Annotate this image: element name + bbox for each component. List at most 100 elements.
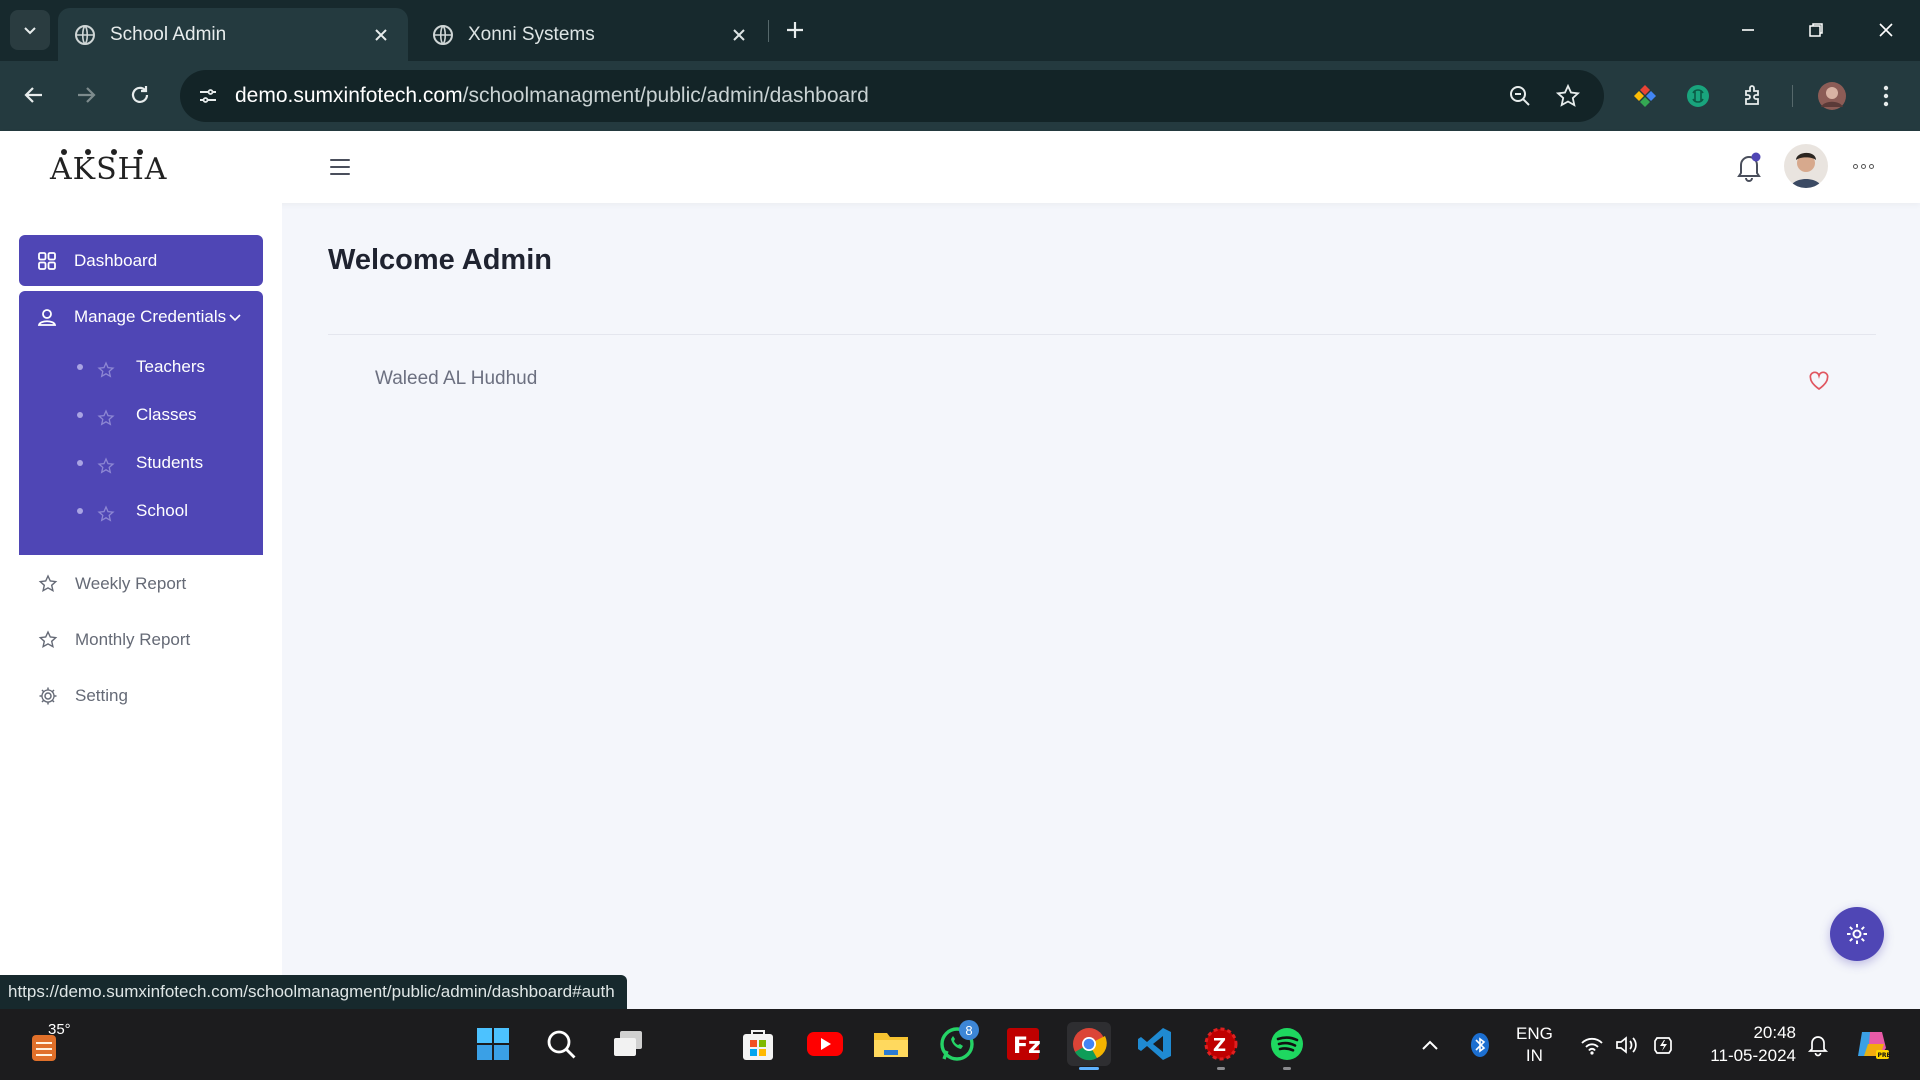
chatgpt-extension-icon[interactable] [1680,78,1716,114]
close-tab-icon[interactable] [370,24,392,46]
browser-toolbar: demo.sumxinfotech.com/schoolmanagment/pu… [0,61,1920,131]
sidebar-item-weekly-report[interactable]: Weekly Report [19,562,263,606]
sidebar-subitem-label: School [136,501,188,520]
filezilla-icon: Fz [1007,1028,1041,1060]
chevron-down-icon [24,27,36,35]
reload-button[interactable] [120,75,160,115]
close-window-button[interactable] [1858,6,1914,54]
notification-center-button[interactable] [1804,1031,1832,1059]
sidebar-toggle-button[interactable] [324,153,356,181]
close-tab-icon[interactable] [728,24,750,46]
user-icon [37,309,57,326]
bluetooth-tray-icon[interactable] [1466,1031,1494,1059]
sidebar-subitem-classes[interactable]: Classes [19,391,263,439]
plus-icon [787,22,803,38]
sidebar-item-setting[interactable]: Setting [19,674,263,718]
taskbar-chrome[interactable] [1067,1022,1111,1070]
sidebar-subitem-school[interactable]: School [19,487,263,535]
reload-icon [131,86,149,103]
sidebar-item-monthly-report[interactable]: Monthly Report [19,618,263,662]
star-icon [38,630,58,648]
bell-icon [1807,1036,1829,1057]
spotify-icon [1271,1028,1303,1060]
battery-tray-icon[interactable] [1650,1031,1678,1059]
wifi-tray-icon[interactable] [1578,1031,1606,1059]
sidebar-subitem-students[interactable]: Students [19,439,263,487]
divider [328,334,1876,335]
globe-icon [433,24,453,45]
forward-button[interactable] [66,75,106,115]
gear-icon [1847,924,1867,944]
zoom-icon[interactable] [1506,82,1534,110]
tab-separator [768,20,769,42]
bookmark-star-icon[interactable] [1554,82,1582,110]
running-indicator [1283,1067,1291,1070]
bluetooth-icon [1471,1033,1489,1057]
copilot-button[interactable]: PRE [1850,1022,1894,1066]
taskbar-youtube[interactable] [803,1022,847,1066]
tab-school-admin[interactable]: School Admin [58,8,408,61]
page-title: Welcome Admin [328,244,552,276]
notification-bell-icon[interactable] [1734,151,1764,183]
address-url[interactable]: demo.sumxinfotech.com/schoolmanagment/pu… [235,84,869,108]
system-clock[interactable]: 20:48 11-05-2024 [1700,1021,1796,1067]
more-options-icon[interactable] [1850,153,1876,179]
app-header: AKSHAR [0,131,1920,203]
start-button[interactable] [471,1022,515,1066]
show-hidden-icons-button[interactable] [1416,1031,1444,1059]
akshar-logo[interactable]: AKSHAR [48,145,168,191]
taskbar-microsoft-store[interactable] [736,1022,780,1066]
sidebar-item-manage-credentials[interactable]: Manage Credentials [19,291,263,343]
sidebar-item-dashboard[interactable]: Dashboard [19,235,263,286]
star-icon [97,457,115,474]
star-icon [38,574,58,592]
site-info-icon[interactable] [194,82,222,110]
heart-icon[interactable] [1808,370,1830,392]
taskbar-vscode[interactable] [1133,1022,1177,1066]
search-button[interactable] [539,1022,583,1066]
search-icon [547,1030,576,1059]
address-bar[interactable]: demo.sumxinfotech.com/schoolmanagment/pu… [180,70,1604,122]
taskbar-file-explorer[interactable] [869,1022,913,1066]
input-language-indicator[interactable]: ENG IN [1516,1023,1553,1067]
color-extension-icon[interactable] [1627,78,1663,114]
notification-dot [1751,152,1761,162]
taskbar-filezilla-server[interactable]: Z [1199,1022,1243,1070]
tab-search-button[interactable] [10,10,50,50]
taskbar-spotify[interactable] [1265,1022,1309,1070]
volume-tray-icon[interactable] [1612,1031,1640,1059]
notification-badge: 8 [959,1020,979,1040]
toolbar-separator [1792,85,1793,107]
user-avatar[interactable] [1784,144,1828,188]
temperature-text: 35° [48,1021,71,1038]
sidebar-subitem-label: Students [136,453,204,472]
svg-text:Fz: Fz [1013,1034,1041,1059]
taskbar-whatsapp[interactable]: 8 [935,1020,979,1066]
minimize-window-button[interactable] [1720,6,1776,54]
taskbar-filezilla[interactable]: Fz [1001,1022,1045,1066]
clock-time: 20:48 [1753,1023,1796,1042]
task-view-button[interactable] [606,1022,650,1066]
profile-avatar-icon[interactable] [1814,78,1850,114]
theme-settings-button[interactable] [1830,907,1884,961]
wifi-icon [1581,1037,1603,1055]
svg-text:Z: Z [1213,1035,1226,1056]
browser-tab-strip: School Admin Xonni Systems [0,0,1920,61]
star-icon [97,361,115,378]
restore-window-button[interactable] [1788,6,1844,54]
browser-menu-icon[interactable] [1868,78,1904,114]
sidebar-subitem-teachers[interactable]: Teachers [19,343,263,391]
tab-title: Xonni Systems [468,23,595,45]
windows-taskbar: 35° 8 Fz Z ENG IN 20:48 11-05-2024 PRE [0,1009,1920,1080]
new-tab-button[interactable] [780,12,810,48]
minimize-icon [1742,29,1754,31]
filezilla-server-icon: Z [1204,1027,1238,1061]
sidebar-item-label: Dashboard [74,250,158,270]
tab-xonni-systems[interactable]: Xonni Systems [416,8,766,61]
weather-widget[interactable]: 35° [28,1021,88,1067]
globe-icon [75,24,95,45]
sidebar-subitem-label: Teachers [136,357,205,376]
back-button[interactable] [14,75,54,115]
extensions-puzzle-icon[interactable] [1735,78,1771,114]
sidebar-item-label: Manage Credentials [74,307,227,326]
